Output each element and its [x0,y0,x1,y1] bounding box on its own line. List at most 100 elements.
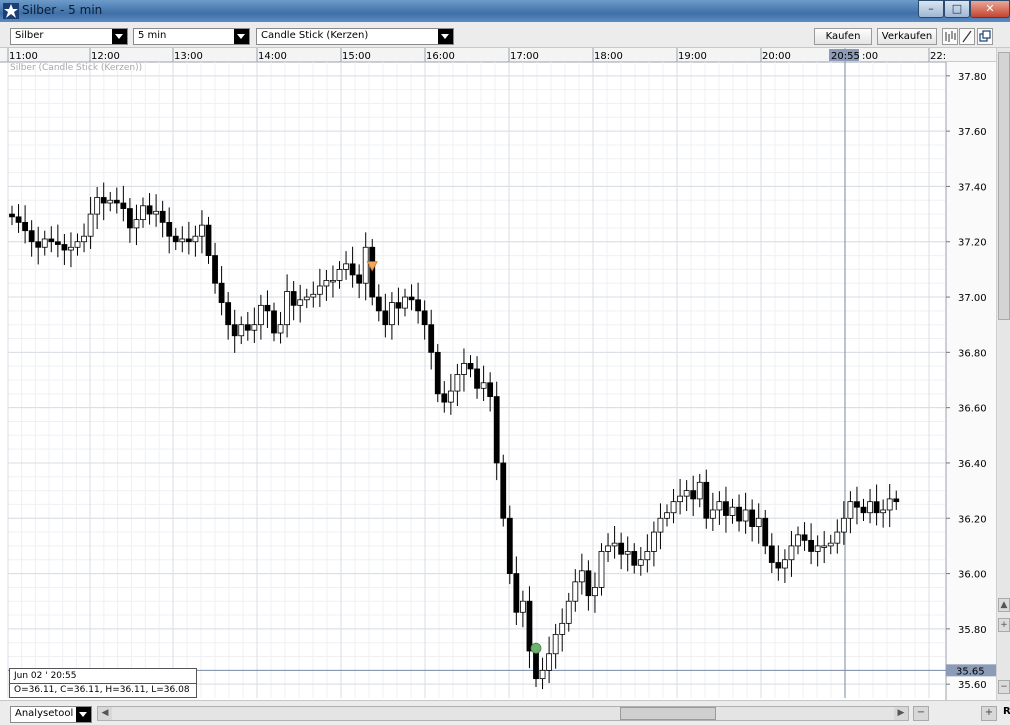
candle-up [310,293,317,298]
minimize-icon: – [928,2,934,15]
candle-down [801,534,808,541]
candle-down [493,396,500,464]
x-tick-label: 20:00 [762,51,791,62]
ohlc-values: O=36.11, C=36.11, H=36.11, L=36.08 [14,685,190,695]
y-tick-label: 37.40 [958,182,987,193]
candle-up [107,199,114,204]
candle-down [120,202,127,209]
candle-down [434,351,441,395]
candle-down [860,506,867,514]
candle-down [808,539,814,552]
candle-down [408,296,415,301]
candle-up [343,263,349,270]
candle-down [618,542,625,555]
zoom-in-button[interactable]: + [981,706,997,721]
zoom-out-button[interactable]: − [913,706,929,721]
chevron-down-icon[interactable] [112,29,127,44]
chart-area[interactable]: 37.80 37.60 37.40 37.20 37.00 36.80 36.60 36.40… [0,48,1010,700]
maximize-button[interactable]: □ [944,0,970,18]
bottom-bar: Analysetool ◀ ▶ − + R [0,700,1010,725]
candle-down [22,221,29,232]
vertical-scrollbar[interactable]: ▲ + − [996,48,1010,700]
right-panel-label[interactable]: R [1003,706,1010,717]
bars-icon[interactable] [942,28,958,45]
candle-up [179,238,186,243]
price-axis-strip [946,62,996,700]
chart-type-value: Candle Stick (Kerzen) [261,30,369,41]
candle-down [762,517,769,547]
candle-up [199,224,205,237]
horizontal-scrollbar-thumb[interactable] [620,707,716,720]
interval-select[interactable]: 5 min [133,28,250,45]
candle-down [500,462,507,519]
chart-type-select[interactable]: Candle Stick (Kerzen) [256,28,454,45]
y-tick-label: 36.40 [958,459,987,470]
candle-up [847,501,854,519]
candle-down [467,363,474,370]
chevron-down-icon[interactable] [438,29,453,44]
sell-button[interactable]: Verkaufen [877,28,937,45]
candle-up [782,559,788,569]
x-tick-label: 18:00 [594,51,623,62]
candle-up [362,246,369,284]
y-tick-label: 37.80 [958,72,987,83]
candle-down [231,324,238,337]
candle-down [48,238,55,243]
minimize-button[interactable]: – [918,0,944,18]
candle-up [94,197,101,215]
ohlc-date: Jun 02 ' 20:55 [14,671,77,681]
zoom-out-button[interactable]: − [998,680,1010,694]
buy-button[interactable]: Kaufen [814,28,872,45]
x-tick-label: 11:00 [9,51,38,62]
candle-down [749,509,756,527]
candle-down [28,230,35,243]
candle-up [709,509,716,519]
draw-line-icon[interactable] [959,28,975,45]
current-price-label: 35.65 [956,666,985,677]
analysis-tool-select[interactable]: Analysetool [10,706,92,723]
crosshair-time-label: 20:55 [831,51,860,62]
horizontal-scrollbar[interactable]: ◀ ▶ [97,706,909,721]
y-tick-label: 37.60 [958,127,987,138]
candle-down [218,282,225,303]
analysis-tool-value: Analysetool [15,708,74,719]
zoom-in-button[interactable]: + [998,618,1010,632]
candle-up [257,304,264,326]
candle-down [356,274,363,284]
candle-up [388,302,395,326]
x-tick-label: :00 [862,51,878,62]
candle-up [677,495,683,503]
candle-up [664,512,670,519]
candle-up [68,246,74,251]
chevron-down-icon[interactable] [76,707,91,722]
candle-down [415,299,422,312]
chart-background [0,48,996,700]
close-icon: ✕ [985,2,995,15]
scroll-right-icon[interactable]: ▶ [894,707,908,720]
x-tick-label: 22: [930,51,946,62]
candle-down [690,490,697,500]
candle-up [821,545,828,548]
candle-up [192,235,199,243]
candle-up [81,235,87,243]
candle-down [873,501,880,514]
candle-up [336,268,343,281]
symbol-select[interactable]: Silber [10,28,128,45]
vertical-scrollbar-thumb[interactable] [998,52,1010,320]
candle-down [506,517,513,574]
scroll-up-button[interactable]: ▲ [998,598,1010,612]
toolbar: Silber 5 min Candle Stick (Kerzen) Kaufe… [0,22,1010,48]
close-button[interactable]: ✕ [970,0,1010,18]
chevron-down-icon[interactable] [234,29,249,44]
scroll-left-icon[interactable]: ◀ [98,707,112,720]
candle-up [657,517,664,533]
candle-down [185,238,192,243]
candle-down [15,216,22,223]
candle-up [316,285,323,295]
candle-down [159,210,166,223]
new-window-icon[interactable] [977,28,993,45]
candle-down [290,291,297,306]
candle-up [238,324,245,337]
candle-up [651,531,657,552]
candlestick-chart[interactable]: 37.80 37.60 37.40 37.20 37.00 36.80 36.60 36.40… [0,48,996,700]
